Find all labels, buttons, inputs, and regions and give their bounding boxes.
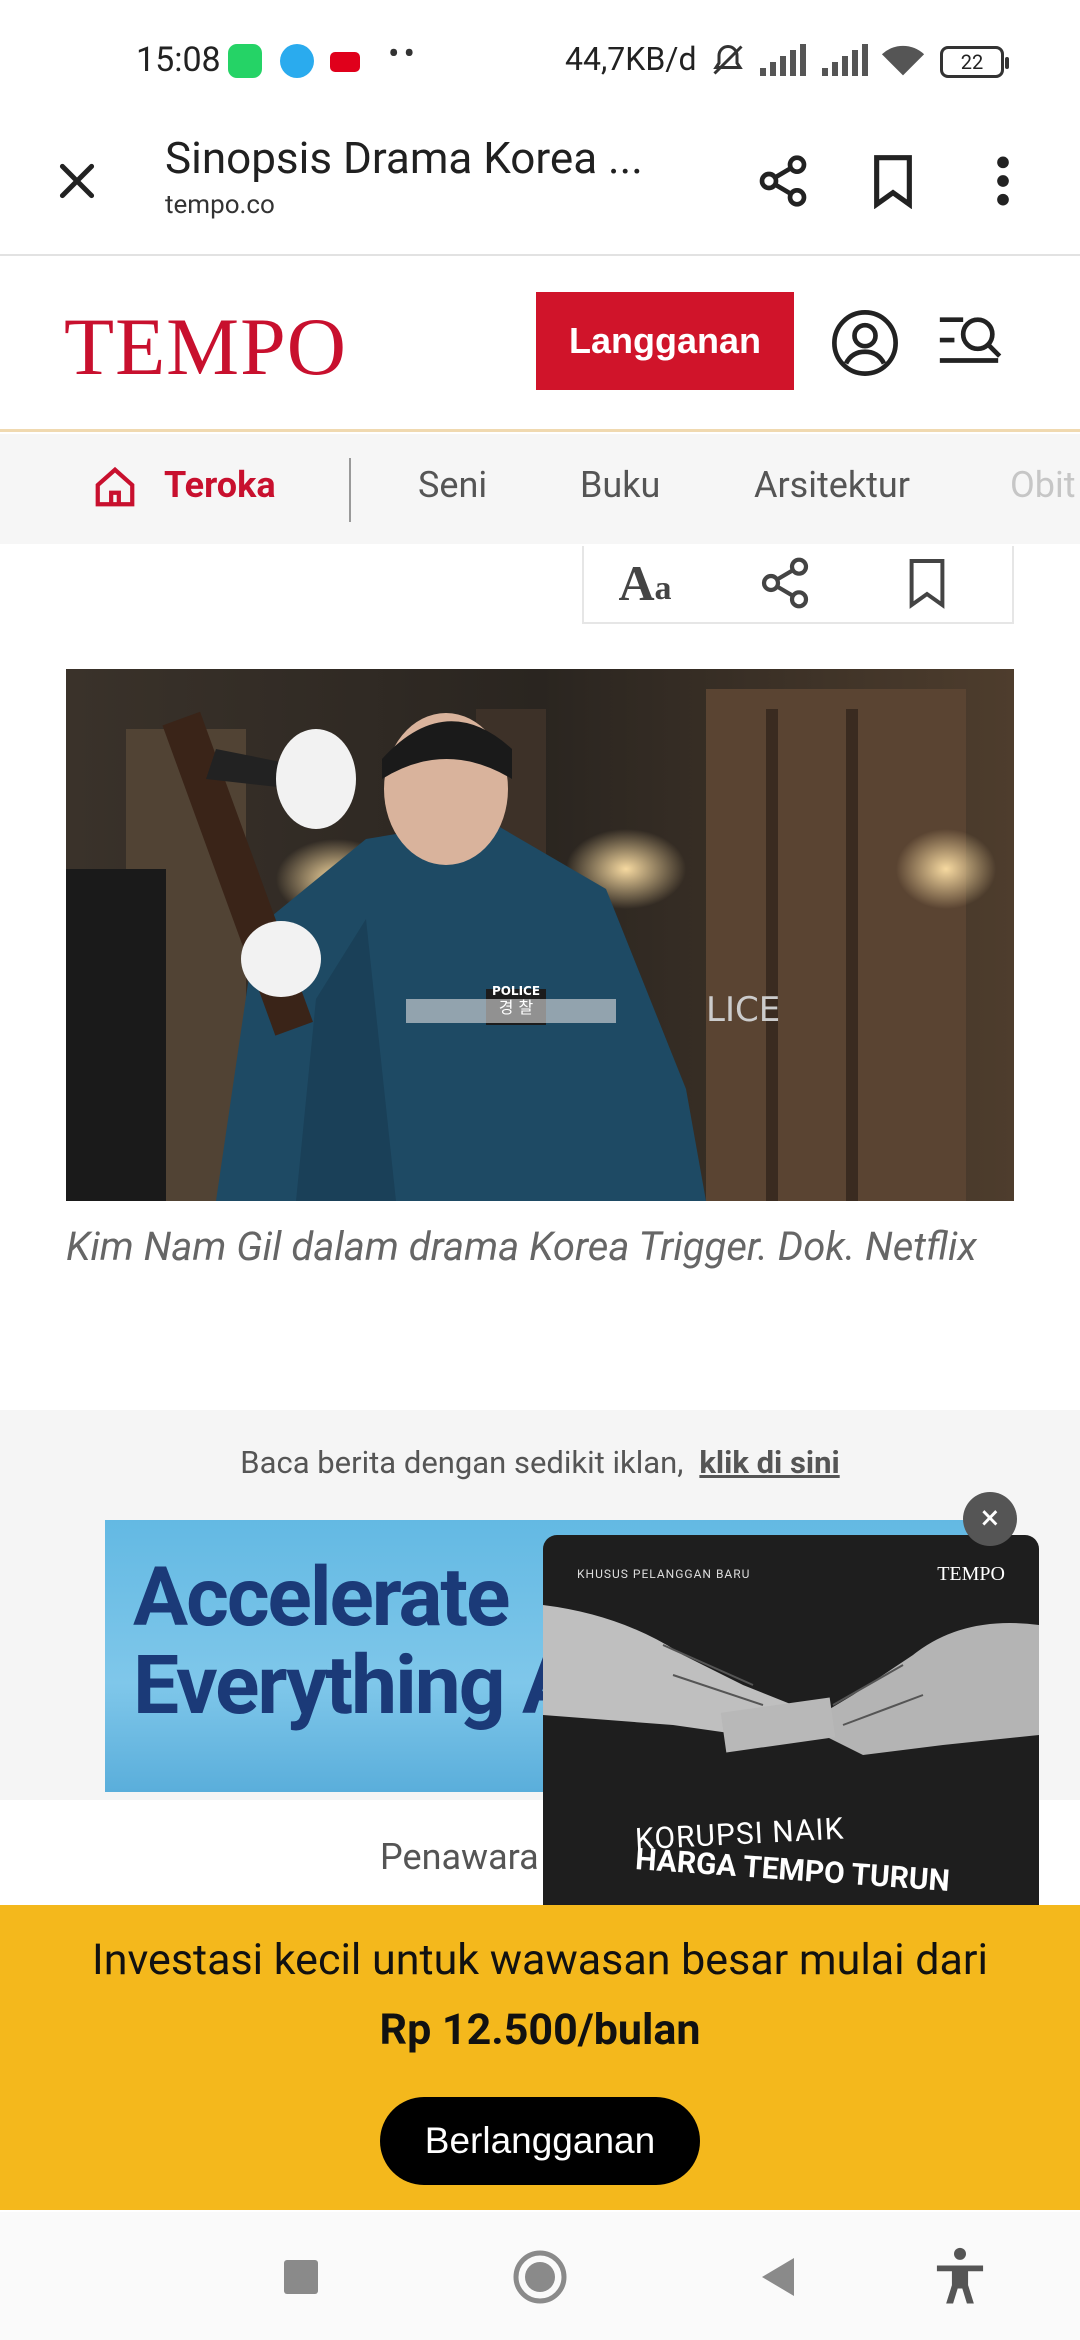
ads-notice-link[interactable]: klik di sini: [699, 1444, 839, 1481]
site-header: TEMPO Langganan: [0, 258, 1080, 432]
home-button[interactable]: [505, 2242, 575, 2312]
mute-bell-icon: [713, 44, 743, 75]
back-button[interactable]: [742, 2242, 812, 2312]
system-nav-bar: [0, 2212, 1080, 2340]
offer-text: Penawara: [380, 1836, 539, 1878]
accessibility-button[interactable]: [925, 2242, 995, 2312]
category-buku[interactable]: Buku: [580, 464, 660, 506]
berlangganan-button[interactable]: Berlangganan: [380, 2097, 700, 2185]
promo-line1: Investasi kecil untuk wawasan besar mula…: [92, 1935, 988, 1985]
share-icon: [759, 155, 807, 207]
category-teroka[interactable]: Teroka: [164, 464, 276, 506]
share-icon: [761, 557, 809, 609]
more-menu-button[interactable]: [970, 148, 1036, 214]
share-button[interactable]: [750, 148, 816, 214]
ad-banner-line1: Accelerate: [133, 1550, 510, 1646]
home-circle-icon: [513, 2250, 567, 2304]
photo-caption: Kim Nam Gil dalam drama Korea Trigger. D…: [66, 1223, 977, 1270]
photo-illustration: 경 찰 POLICE LICE: [66, 669, 1014, 1201]
photo-vest-text: LICE: [706, 990, 780, 1030]
status-bar: 15:08 •• 44,7KB/d 22: [0, 0, 1080, 120]
font-size-small-label: a: [654, 570, 672, 607]
article-bookmark-button[interactable]: [892, 546, 962, 620]
category-nav: Teroka Seni Buku Arsitektur Obit: [0, 434, 1080, 544]
bookmark-button[interactable]: [860, 148, 926, 214]
ads-notice: Baca berita dengan sedikit iklan, klik di…: [0, 1444, 1080, 1481]
back-icon: [762, 2258, 794, 2296]
subscribe-button[interactable]: Langganan: [536, 292, 794, 390]
more-vert-icon: [997, 156, 1009, 206]
ads-notice-text: Baca berita dengan sedikit iklan,: [240, 1444, 684, 1481]
account-icon[interactable]: [830, 308, 900, 378]
article-share-button[interactable]: [750, 546, 820, 620]
bookmark-icon: [874, 155, 912, 209]
home-icon: [95, 466, 135, 507]
ad-banner-line2: Everything A: [133, 1638, 577, 1734]
youtube-icon: [330, 52, 360, 72]
recents-icon: [284, 2260, 318, 2294]
bookmark-icon: [909, 559, 945, 609]
telegram-icon: [280, 44, 314, 78]
clock: 15:08: [136, 40, 221, 80]
wifi-icon: [881, 45, 925, 76]
accessibility-icon: [936, 2247, 984, 2304]
tempo-logo[interactable]: TEMPO: [64, 300, 347, 394]
article-photo[interactable]: 경 찰 POLICE LICE: [66, 669, 1014, 1201]
popup-close-button[interactable]: ×: [963, 1492, 1017, 1546]
photo-patch-bottom: POLICE: [492, 984, 540, 998]
signal-icon-2: [822, 44, 868, 76]
promo-price: Rp 12.500/bulan: [379, 2005, 701, 2055]
battery-indicator: 22: [940, 46, 1009, 78]
recents-button[interactable]: [266, 2242, 336, 2312]
browser-toolbar: Sinopsis Drama Korea ... tempo.co: [0, 120, 1080, 256]
font-size-big-label: A: [618, 555, 655, 611]
category-seni[interactable]: Seni: [418, 464, 487, 506]
category-divider: [349, 458, 351, 522]
page-domain: tempo.co: [165, 190, 275, 220]
menu-search-icon[interactable]: [934, 308, 1004, 378]
close-icon[interactable]: [52, 156, 102, 206]
whatsapp-icon: [228, 44, 262, 78]
promo-banner: Investasi kecil untuk wawasan besar mula…: [0, 1905, 1080, 2210]
font-size-button[interactable]: Aa: [610, 546, 680, 620]
page-title: Sinopsis Drama Korea ...: [165, 132, 643, 184]
signal-icon: [760, 44, 806, 76]
popup-ad[interactable]: KHUSUS PELANGGAN BARU TEMPO KORUPSI NAIK…: [543, 1535, 1039, 1949]
photo-patch-top: 경 찰: [499, 998, 534, 1017]
more-notifications-icon: ••: [388, 34, 419, 74]
category-arsitektur[interactable]: Arsitektur: [754, 464, 910, 506]
category-obit[interactable]: Obit: [1010, 464, 1076, 506]
network-speed: 44,7KB/d: [565, 40, 697, 78]
article-tools: Aa: [582, 546, 1014, 624]
